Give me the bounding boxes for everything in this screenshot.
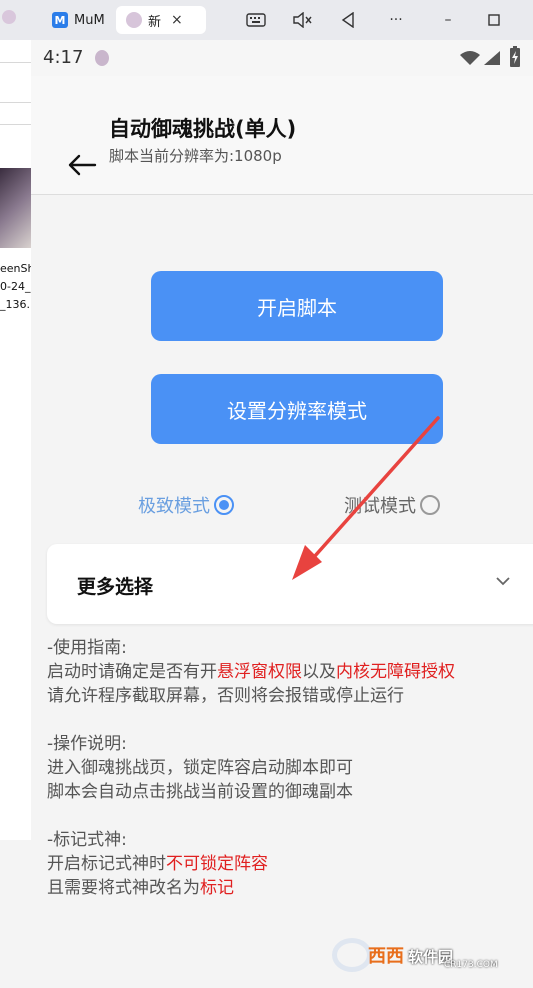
- mode-test-label: 测试模式: [344, 496, 416, 517]
- keyboard-icon[interactable]: [244, 8, 268, 32]
- guide-heading: -操作说明:: [47, 734, 127, 754]
- guide-line: 开启标记式神时不可锁定阵容: [47, 854, 268, 874]
- warning-text: 内核无障碍授权: [336, 662, 455, 682]
- wifi-icon: [460, 51, 480, 65]
- warning-text: 悬浮窗权限: [217, 662, 302, 682]
- minimize-button[interactable]: –: [436, 8, 460, 32]
- mumu-logo-icon: M: [52, 12, 68, 28]
- mode-extreme-label: 极致模式: [138, 496, 210, 517]
- guide-heading: -标记式神:: [47, 830, 127, 850]
- emulator-window-bar: M MuM 新 × ··· –: [0, 0, 533, 40]
- status-bar: 4:17: [31, 40, 533, 76]
- more-options-title: 更多选择: [77, 576, 154, 598]
- tab-game-label: 新: [148, 14, 162, 30]
- file-name-line: eenSh: [0, 262, 35, 275]
- guide-heading: -使用指南:: [47, 638, 127, 658]
- guide-line: 请允许程序截取屏幕，否则将会报错或停止运行: [47, 686, 404, 706]
- phone-screen: 4:17 自动御魂挑战(单人) 脚本当前分辨率为:1080p 开启脚本 设置分辨…: [31, 40, 533, 988]
- volume-mute-icon[interactable]: [290, 8, 314, 32]
- tab-mumu[interactable]: M MuM: [44, 6, 114, 34]
- game-avatar-icon: [126, 12, 142, 28]
- guide-line: 启动时请确定是否有开悬浮窗权限以及内核无障碍授权: [47, 662, 455, 682]
- page-title: 自动御魂挑战(单人): [109, 117, 297, 141]
- radio-test[interactable]: [420, 495, 440, 515]
- usage-guide: -使用指南: 启动时请确定是否有开悬浮窗权限以及内核无障碍授权 请允许程序截取屏…: [47, 636, 527, 900]
- divider: [0, 62, 31, 63]
- background-window: eenSh 0-24_ _136.p: [0, 40, 37, 840]
- chevron-down-icon[interactable]: [495, 576, 511, 586]
- tab-mumu-label: MuM: [74, 12, 105, 28]
- radio-extreme[interactable]: [214, 495, 234, 515]
- start-script-button[interactable]: 开启脚本: [151, 271, 443, 341]
- more-options-accordion[interactable]: 更多选择: [47, 544, 533, 624]
- mode-option-extreme[interactable]: 极致模式: [138, 492, 234, 518]
- back-triangle-icon[interactable]: [336, 8, 360, 32]
- warning-text: 标记: [200, 878, 234, 898]
- status-time: 4:17: [43, 47, 84, 68]
- watermark-logo: 西西 软件园 CR173.COM: [332, 936, 498, 974]
- watermark-main: 西西: [368, 946, 404, 967]
- more-menu-icon[interactable]: ···: [384, 8, 408, 32]
- divider: [0, 102, 31, 103]
- file-thumbnail[interactable]: [0, 168, 31, 248]
- tab-game[interactable]: 新 ×: [116, 6, 206, 34]
- watermark-url: CR173.COM: [444, 960, 498, 970]
- mode-option-test[interactable]: 测试模式: [344, 492, 440, 518]
- divider: [0, 124, 31, 125]
- warning-text: 不可锁定阵容: [166, 854, 268, 874]
- back-arrow-icon[interactable]: [67, 154, 97, 176]
- signal-icon: [484, 51, 500, 65]
- file-name-line: 0-24_: [0, 280, 31, 293]
- guide-line: 脚本会自动点击挑战当前设置的御魂副本: [47, 782, 353, 802]
- guide-line: 进入御魂挑战页，锁定阵容启动脚本即可: [47, 758, 353, 778]
- battery-icon: [510, 46, 520, 67]
- set-resolution-button[interactable]: 设置分辨率模式: [151, 374, 443, 444]
- guide-line: 且需要将式神改名为标记: [47, 878, 234, 898]
- notification-avatar-icon: [95, 50, 109, 66]
- tab-close-icon[interactable]: ×: [171, 12, 183, 28]
- resolution-subtitle: 脚本当前分辨率为:1080p: [109, 147, 282, 165]
- maximize-icon[interactable]: [482, 8, 506, 32]
- watermark-c-icon: [332, 938, 372, 972]
- app-avatar-icon: [2, 10, 16, 24]
